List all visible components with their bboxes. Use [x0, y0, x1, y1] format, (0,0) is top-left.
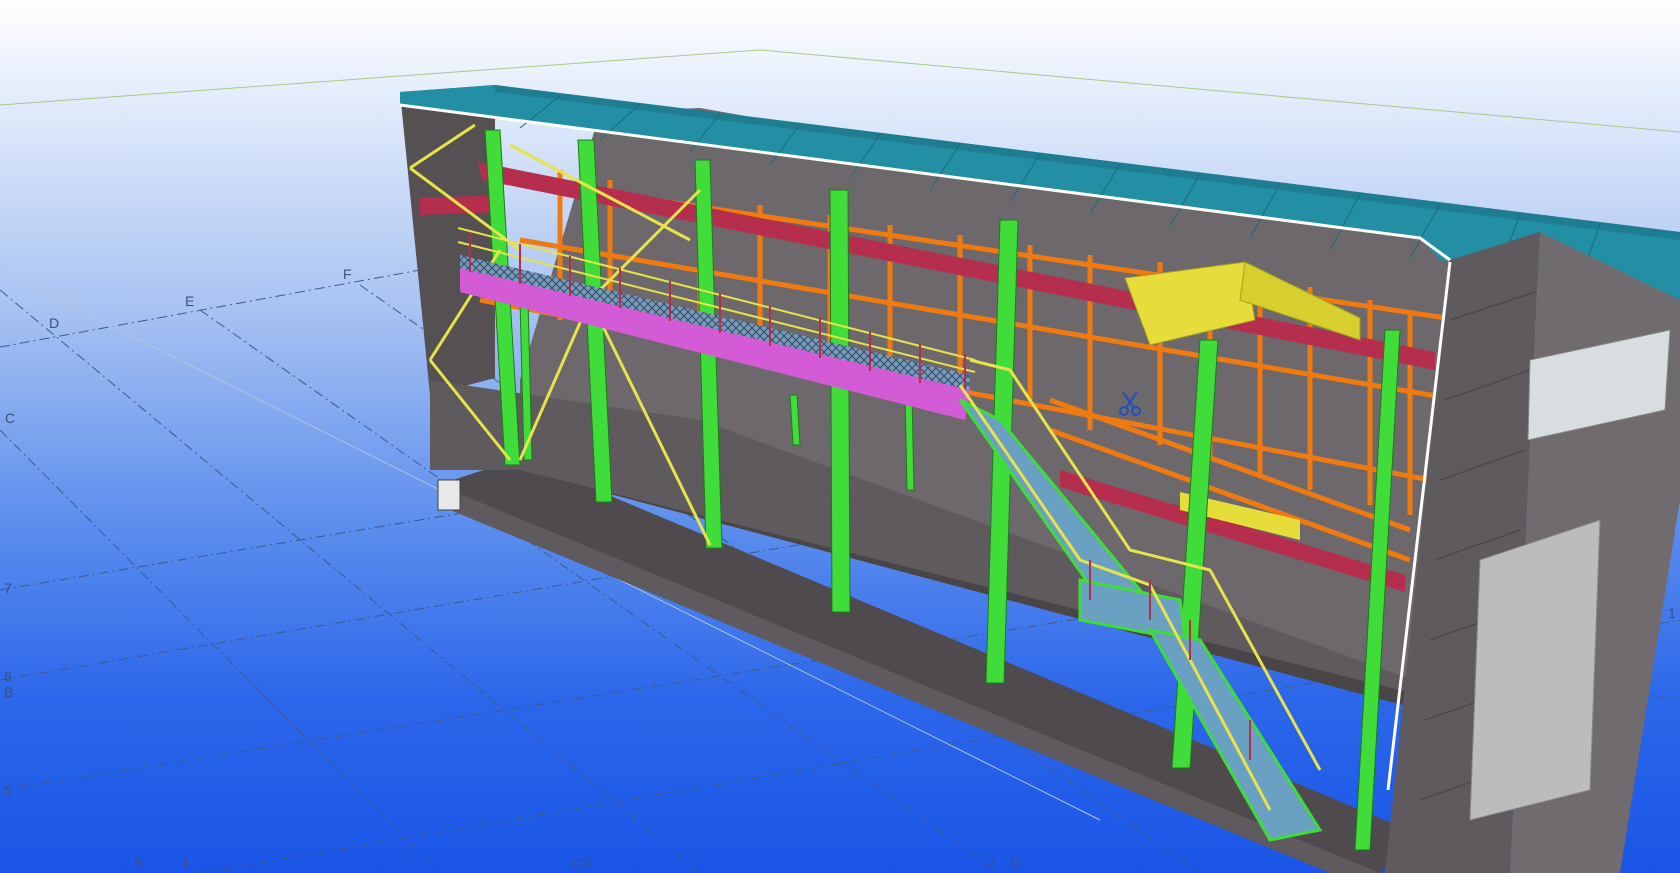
- grid-label-7: 7: [4, 580, 12, 596]
- structure-3d-scene[interactable]: F E D C 7 6 B 5 B 4 C3 2 D 1 E 1 E 2: [0, 0, 1680, 873]
- grid-label-B-bottom: B: [134, 855, 143, 871]
- grid-label-5: 5: [4, 782, 12, 798]
- grid-label-D-bottom: D: [1010, 855, 1020, 871]
- grid-label-F: F: [343, 266, 352, 282]
- grid-label-2: 2: [988, 855, 996, 871]
- grid-label-C3: C3: [572, 855, 590, 871]
- model-viewport[interactable]: F E D C 7 6 B 5 B 4 C3 2 D 1 E 1 E 2: [0, 0, 1680, 873]
- grid-label-C: C: [5, 410, 15, 426]
- grid-label-B: B: [4, 684, 13, 700]
- grid-label-4: 4: [181, 855, 189, 871]
- grid-label-D: D: [49, 315, 59, 331]
- grid-label-6: 6: [4, 668, 12, 684]
- grid-label-E: E: [185, 293, 194, 309]
- grid-label-1-right: 1: [1668, 605, 1676, 621]
